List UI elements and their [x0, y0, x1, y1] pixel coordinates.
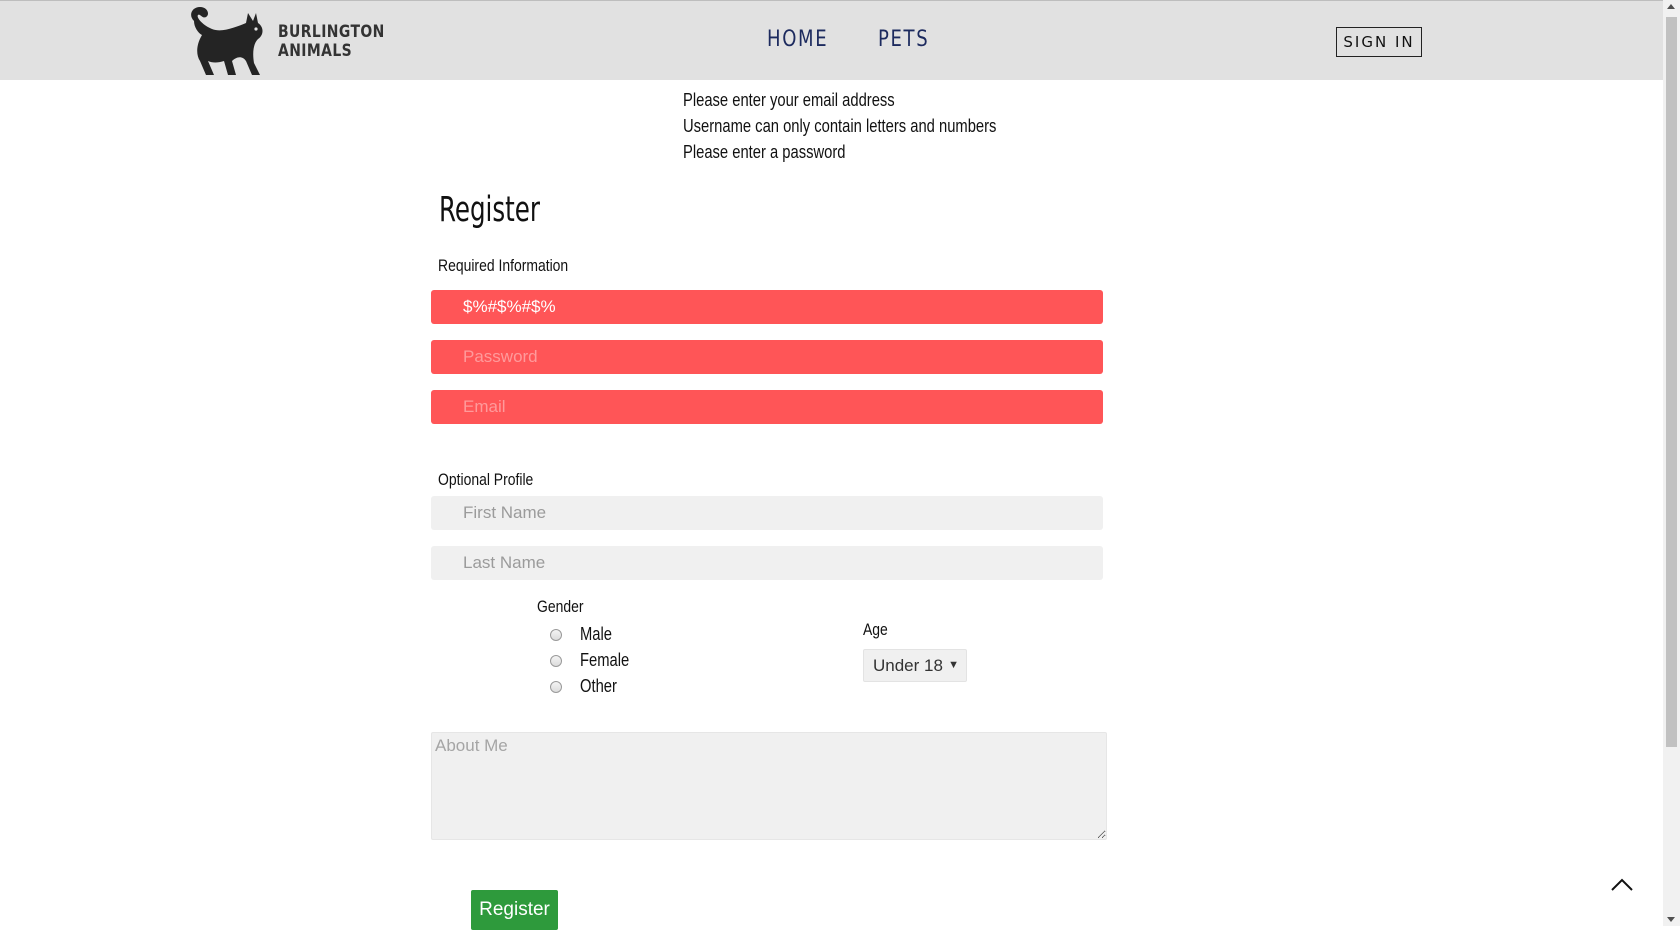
radio-label-male: Male — [580, 624, 612, 644]
brand-line-2: ANIMALS — [278, 41, 353, 61]
cat-logo-icon — [191, 7, 263, 75]
radio-label-other: Other — [580, 676, 617, 696]
gender-option-female[interactable]: Female — [550, 650, 640, 671]
error-message-username: Username can only contain letters and nu… — [683, 116, 997, 136]
scroll-up-arrow-icon[interactable] — [1667, 4, 1675, 9]
sign-in-button[interactable]: SIGN IN — [1336, 27, 1422, 57]
brand-name: BURLINGTON ANIMALS — [278, 23, 385, 61]
brand-logo[interactable]: BURLINGTON ANIMALS — [186, 5, 386, 79]
gender-option-other[interactable]: Other — [550, 676, 625, 697]
main-nav: HOME PETS — [767, 27, 940, 52]
nav-pets-link[interactable]: PETS — [878, 27, 929, 52]
top-navbar: BURLINGTON ANIMALS HOME PETS SIGN IN — [0, 0, 1663, 80]
gender-label: Gender — [537, 597, 584, 616]
validation-errors: Please enter your email address Username… — [683, 87, 1065, 165]
last-name-field[interactable] — [431, 546, 1103, 580]
username-field[interactable] — [431, 290, 1103, 324]
radio-male[interactable] — [550, 628, 562, 641]
brand-line-1: BURLINGTON — [278, 22, 385, 42]
radio-other[interactable] — [550, 680, 562, 693]
age-select-value: Under 18 — [873, 656, 943, 675]
error-message-password: Please enter a password — [683, 142, 846, 162]
age-select[interactable]: Under 18 ▼ — [863, 649, 967, 682]
password-field[interactable] — [431, 340, 1103, 374]
error-message-email: Please enter your email address — [683, 90, 895, 110]
scrollbar-thumb[interactable] — [1666, 17, 1677, 747]
dropdown-arrow-icon: ▼ — [948, 659, 959, 671]
chevron-up-icon[interactable] — [1610, 876, 1634, 892]
scroll-down-arrow-icon[interactable] — [1667, 917, 1675, 922]
email-field[interactable] — [431, 390, 1103, 424]
gender-option-male[interactable]: Male — [550, 624, 619, 645]
nav-home-link[interactable]: HOME — [767, 27, 828, 52]
radio-female[interactable] — [550, 654, 562, 667]
optional-profile-heading: Optional Profile — [438, 470, 534, 489]
required-info-heading: Required Information — [438, 256, 569, 275]
age-label: Age — [863, 620, 888, 639]
radio-label-female: Female — [580, 650, 630, 670]
register-button[interactable]: Register — [471, 890, 558, 930]
page-scrollbar[interactable] — [1663, 0, 1680, 926]
about-me-textarea[interactable] — [431, 732, 1107, 840]
page-title: Register — [439, 190, 541, 230]
first-name-field[interactable] — [431, 496, 1103, 530]
